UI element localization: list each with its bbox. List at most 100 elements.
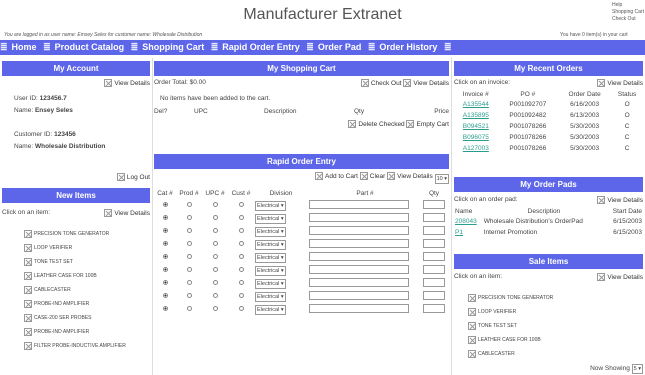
new-item[interactable]: PROBE-IND AMPLIFIER	[24, 297, 150, 311]
prod-radio[interactable]	[186, 228, 192, 233]
new-item[interactable]: FILTER PROBE-INDUCTIVE AMPLIFIER	[24, 339, 150, 353]
nav-order-pad[interactable]: Order Pad	[318, 42, 362, 52]
cat-radio[interactable]	[162, 280, 168, 285]
pads-view-details-button[interactable]: View Details	[597, 196, 643, 204]
prod-radio[interactable]	[186, 215, 192, 220]
cat-radio[interactable]	[162, 306, 168, 311]
cat-radio[interactable]	[162, 215, 168, 220]
cust-radio[interactable]	[238, 306, 244, 311]
check-out-button[interactable]: Check Out	[360, 79, 402, 87]
part-input[interactable]	[309, 304, 409, 313]
cust-radio[interactable]	[238, 215, 244, 220]
nav-order-history[interactable]: Order History	[379, 42, 437, 52]
prod-radio[interactable]	[186, 306, 192, 311]
cat-radio[interactable]	[162, 293, 168, 298]
shopping-cart-link[interactable]: Shopping Cart	[612, 9, 644, 16]
division-select[interactable]: Electrical ▾	[255, 304, 286, 315]
cart-view-details-button[interactable]: View Details	[403, 79, 449, 87]
empty-cart-button[interactable]: Empty Cart	[406, 120, 449, 128]
cust-radio[interactable]	[238, 267, 244, 272]
invoice-link[interactable]: A135895	[463, 112, 489, 119]
prod-radio[interactable]	[186, 293, 192, 298]
prod-radio[interactable]	[186, 202, 192, 207]
new-item[interactable]: CABLECASTER	[24, 283, 150, 297]
prod-radio[interactable]	[186, 267, 192, 272]
part-input[interactable]	[309, 239, 409, 248]
division-select[interactable]: Electrical ▾	[255, 252, 286, 263]
qty-input[interactable]	[423, 278, 445, 287]
part-input[interactable]	[309, 291, 409, 300]
part-input[interactable]	[309, 213, 409, 222]
upc-radio[interactable]	[212, 254, 218, 259]
invoice-link[interactable]: B094521	[463, 123, 489, 130]
delete-checked-button[interactable]: Delete Checked	[348, 120, 405, 128]
sale-item[interactable]: CABLECASTER	[468, 347, 643, 361]
invoice-link[interactable]: B096075	[463, 134, 489, 141]
cust-radio[interactable]	[238, 280, 244, 285]
cust-radio[interactable]	[238, 241, 244, 246]
part-input[interactable]	[309, 226, 409, 235]
qty-input[interactable]	[423, 226, 445, 235]
qty-input[interactable]	[423, 239, 445, 248]
check-out-link[interactable]: Check Out	[612, 16, 644, 23]
cust-radio[interactable]	[238, 228, 244, 233]
qty-input[interactable]	[423, 213, 445, 222]
cust-radio[interactable]	[238, 293, 244, 298]
upc-radio[interactable]	[212, 280, 218, 285]
cat-radio[interactable]	[162, 267, 168, 272]
qty-input[interactable]	[423, 304, 445, 313]
cat-radio[interactable]	[162, 228, 168, 233]
upc-radio[interactable]	[212, 215, 218, 220]
prod-radio[interactable]	[186, 280, 192, 285]
prod-radio[interactable]	[186, 254, 192, 259]
invoice-link[interactable]: A135544	[463, 101, 489, 108]
cat-radio[interactable]	[162, 241, 168, 246]
qty-input[interactable]	[423, 252, 445, 261]
part-input[interactable]	[309, 252, 409, 261]
new-item[interactable]: LEATHER CASE FOR 100B	[24, 269, 150, 283]
upc-radio[interactable]	[212, 267, 218, 272]
upc-radio[interactable]	[212, 202, 218, 207]
rows-select[interactable]: 10 ▾	[434, 174, 449, 184]
logout-button[interactable]: Log Out	[116, 173, 150, 181]
account-view-details-button[interactable]: View Details	[104, 79, 150, 87]
division-select[interactable]: Electrical ▾	[255, 278, 286, 289]
invoice-link[interactable]: A127003	[463, 145, 489, 152]
cat-radio[interactable]	[162, 254, 168, 259]
part-input[interactable]	[309, 200, 409, 209]
division-select[interactable]: Electrical ▾	[255, 265, 286, 276]
prod-radio[interactable]	[186, 241, 192, 246]
new-items-view-details-button[interactable]: View Details	[104, 209, 150, 217]
qty-input[interactable]	[423, 291, 445, 300]
sale-item[interactable]: PRECISION TONE GENERATOR	[468, 291, 643, 305]
sale-item[interactable]: LEATHER CASE FOR 100B	[468, 333, 643, 347]
new-item[interactable]: CASE-200 SER PROBES	[24, 311, 150, 325]
upc-radio[interactable]	[212, 293, 218, 298]
add-to-cart-button[interactable]: Add to Cart	[315, 172, 358, 180]
nav-home[interactable]: Home	[12, 42, 37, 52]
upc-radio[interactable]	[212, 241, 218, 246]
order-pad-link[interactable]: P1	[455, 229, 463, 236]
upc-radio[interactable]	[212, 306, 218, 311]
order-pad-link[interactable]: 208043	[455, 218, 477, 225]
new-item[interactable]: LOOP VERIFIER	[24, 241, 150, 255]
part-input[interactable]	[309, 278, 409, 287]
qty-input[interactable]	[423, 200, 445, 209]
nav-product-catalog[interactable]: Product Catalog	[55, 42, 125, 52]
nav-rapid-order-entry[interactable]: Rapid Order Entry	[222, 42, 300, 52]
clear-button[interactable]: Clear	[359, 172, 385, 180]
division-select[interactable]: Electrical ▾	[255, 213, 286, 224]
division-select[interactable]: Electrical ▾	[255, 239, 286, 250]
new-item[interactable]: TONE TEST SET	[24, 255, 150, 269]
division-select[interactable]: Electrical ▾	[255, 226, 286, 237]
orders-view-details-button[interactable]: View Details	[597, 79, 643, 87]
upc-radio[interactable]	[212, 228, 218, 233]
cust-radio[interactable]	[238, 254, 244, 259]
now-showing-select[interactable]: 5 ▾	[631, 364, 643, 374]
sale-item[interactable]: TONE TEST SET	[468, 319, 643, 333]
division-select[interactable]: Electrical ▾	[255, 291, 286, 302]
part-input[interactable]	[309, 265, 409, 274]
cust-radio[interactable]	[238, 202, 244, 207]
sale-view-details-button[interactable]: View Details	[597, 273, 643, 281]
division-select[interactable]: Electrical ▾	[255, 200, 286, 211]
